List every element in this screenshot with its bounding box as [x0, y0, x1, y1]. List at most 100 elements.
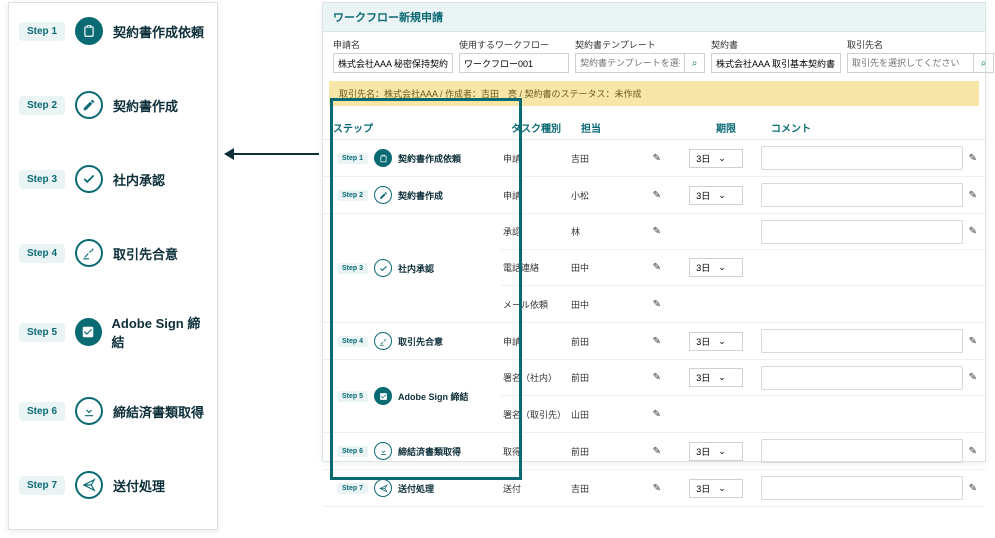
- period-select[interactable]: 3日⌄: [689, 149, 743, 168]
- left-step-item[interactable]: Step 5 Adobe Sign 締結: [19, 313, 207, 351]
- edit-icon[interactable]: ✎: [653, 409, 661, 420]
- comment-cell: ✎: [761, 439, 985, 463]
- step-label: 社内承認: [398, 262, 434, 275]
- task-row: メール依頼田中✎: [501, 286, 985, 322]
- period-cell: 3日⌄: [671, 368, 761, 387]
- name-input[interactable]: [333, 53, 453, 73]
- task-type: 送付: [501, 482, 571, 495]
- grid-row: Step 1契約書作成依頼申請吉田✎3日⌄✎: [323, 140, 985, 177]
- left-step-item[interactable]: Step 2契約書作成: [19, 91, 207, 119]
- period-select[interactable]: 3日⌄: [689, 186, 743, 205]
- chevron-down-icon: ⌄: [718, 190, 726, 201]
- task-type: 署名（取引先）: [501, 408, 571, 421]
- connector-arrow-icon: [224, 148, 234, 160]
- col-period: 期限: [681, 120, 771, 135]
- edit-icon[interactable]: ✎: [653, 299, 661, 310]
- edit-icon[interactable]: ✎: [969, 483, 977, 494]
- edit-icon[interactable]: ✎: [969, 446, 977, 457]
- comment-input[interactable]: [761, 146, 963, 170]
- left-step-item[interactable]: Step 4取引先合意: [19, 239, 207, 267]
- period-select[interactable]: 3日⌄: [689, 479, 743, 498]
- period-select[interactable]: 3日⌄: [689, 368, 743, 387]
- contract-input[interactable]: [711, 53, 841, 73]
- chevron-down-icon: ⌄: [718, 153, 726, 164]
- comment-input[interactable]: [761, 439, 963, 463]
- edit-icon[interactable]: ✎: [653, 336, 661, 347]
- step-pill: Step 1: [337, 153, 368, 164]
- edit-icon[interactable]: ✎: [653, 226, 661, 237]
- edit-icon[interactable]: ✎: [969, 226, 977, 237]
- tasks-column: 署名（社内）前田✎3日⌄✎署名（取引先）山田✎: [501, 360, 985, 432]
- tasks-column: 承認林✎✎電話連絡田中✎3日⌄メール依頼田中✎: [501, 214, 985, 322]
- chevron-down-icon: ⌄: [718, 336, 726, 347]
- comment-cell: ✎: [761, 329, 985, 353]
- edit-icon[interactable]: ✎: [653, 446, 661, 457]
- edit-icon[interactable]: ✎: [969, 190, 977, 201]
- comment-input[interactable]: [761, 476, 963, 500]
- edit-icon[interactable]: ✎: [969, 372, 977, 383]
- person-cell: 前田✎: [571, 371, 671, 384]
- step-cell: Step 2 契約書作成: [323, 177, 501, 213]
- left-step-item[interactable]: Step 6締結済書類取得: [19, 397, 207, 425]
- period-select[interactable]: 3日⌄: [689, 442, 743, 461]
- task-type: 申請: [501, 189, 571, 202]
- workflow-label: 使用するワークフロー: [459, 38, 569, 51]
- status-banner: 取引先名：株式会社AAA / 作成者：吉田 亮 / 契約書のステータス：未作成: [329, 81, 979, 106]
- person-cell: 前田✎: [571, 335, 671, 348]
- left-step-item[interactable]: Step 7送付処理: [19, 471, 207, 499]
- comment-input[interactable]: [761, 329, 963, 353]
- edit-icon[interactable]: ✎: [969, 336, 977, 347]
- edit-icon[interactable]: ✎: [653, 262, 661, 273]
- comment-input[interactable]: [761, 220, 963, 244]
- grid-row: Step 6締結済書類取得取得前田✎3日⌄✎: [323, 433, 985, 470]
- clipboard-icon: [374, 149, 392, 167]
- edit-icon[interactable]: ✎: [969, 153, 977, 164]
- left-step-item[interactable]: Step 1契約書作成依頼: [19, 17, 207, 45]
- send-icon: [374, 479, 392, 497]
- period-select[interactable]: 3日⌄: [689, 258, 743, 277]
- template-input[interactable]: [575, 53, 685, 73]
- step-pill: Step 5: [19, 323, 65, 342]
- period-select[interactable]: 3日⌄: [689, 332, 743, 351]
- step-pill: Step 5: [337, 391, 368, 402]
- download-icon: [75, 397, 103, 425]
- step-label: 契約書作成依頼: [113, 22, 204, 41]
- task-row: 送付吉田✎3日⌄✎: [501, 470, 985, 506]
- task-row: 承認林✎✎: [501, 214, 985, 250]
- gavel-icon: [374, 332, 392, 350]
- period-cell: 3日⌄: [671, 186, 761, 205]
- chevron-down-icon: ⌄: [718, 446, 726, 457]
- edit-icon[interactable]: ✎: [653, 153, 661, 164]
- comment-input[interactable]: [761, 183, 963, 207]
- grid-row: Step 7送付処理送付吉田✎3日⌄✎: [323, 470, 985, 507]
- grid-row: Step 5Adobe Sign 締結署名（社内）前田✎3日⌄✎署名（取引先）山…: [323, 360, 985, 433]
- step-label: 締結済書類取得: [398, 445, 461, 458]
- step-cell: Step 3 社内承認: [323, 214, 501, 322]
- left-step-item[interactable]: Step 3社内承認: [19, 165, 207, 193]
- search-icon[interactable]: ⌕: [685, 53, 705, 73]
- connector-line: [231, 153, 319, 155]
- step-label: 契約書作成: [398, 189, 443, 202]
- send-icon: [75, 471, 103, 499]
- search-icon[interactable]: ⌕: [974, 53, 994, 73]
- partner-input[interactable]: [847, 53, 974, 73]
- step-label: 送付処理: [113, 476, 165, 495]
- grid-header: ステップ タスク種別 担当 期限 コメント: [323, 116, 985, 140]
- step-label: Adobe Sign 締結: [112, 313, 207, 351]
- task-type: 電話連絡: [501, 261, 571, 274]
- step-pill: Step 2: [337, 190, 368, 201]
- edit-icon[interactable]: ✎: [653, 483, 661, 494]
- check-icon: [374, 259, 392, 277]
- task-type: 申請: [501, 335, 571, 348]
- step-label: 締結済書類取得: [113, 402, 204, 421]
- step-pill: Step 3: [337, 263, 368, 274]
- step-label: 社内承認: [113, 170, 165, 189]
- task-type: 申請: [501, 152, 571, 165]
- pencil-icon: [374, 186, 392, 204]
- edit-icon[interactable]: ✎: [653, 190, 661, 201]
- period-cell: 3日⌄: [671, 332, 761, 351]
- comment-input[interactable]: [761, 366, 963, 390]
- edit-icon[interactable]: ✎: [653, 372, 661, 383]
- col-step: ステップ: [333, 120, 511, 135]
- workflow-input[interactable]: [459, 53, 569, 73]
